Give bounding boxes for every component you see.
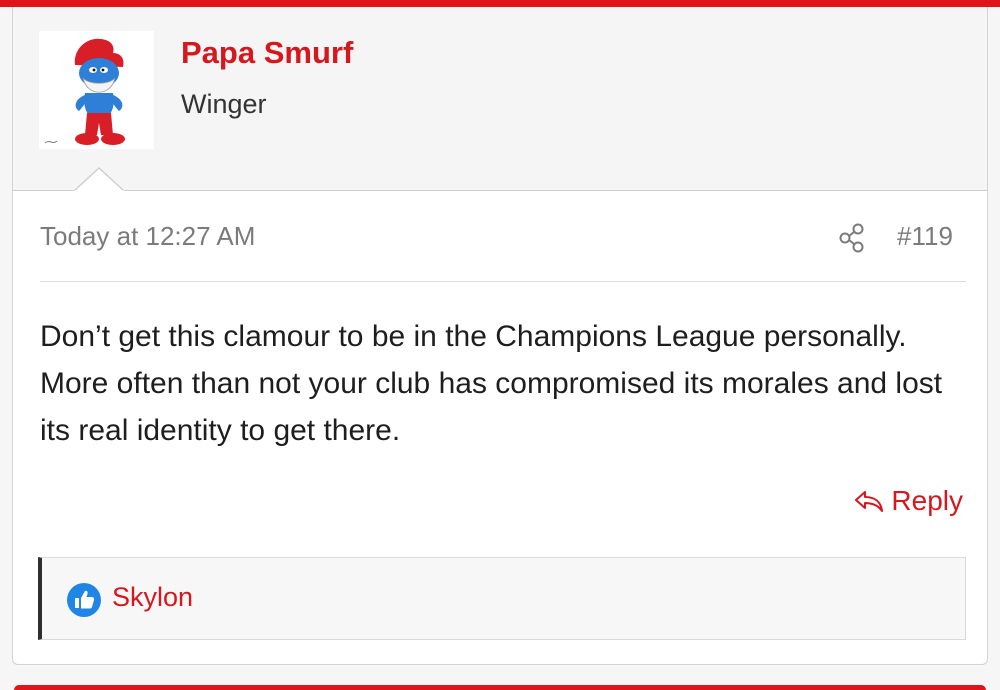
meta-divider: [40, 281, 966, 282]
reply-label: Reply: [891, 485, 963, 516]
thumbs-up-icon: [66, 582, 102, 618]
papa-smurf-avatar-icon: [44, 38, 125, 145]
reactions-bar: Skylon: [38, 557, 966, 640]
top-accent-bar: [0, 0, 1000, 7]
post-timestamp[interactable]: Today at 12:27 AM: [40, 221, 255, 252]
author-name[interactable]: Papa Smurf: [181, 35, 353, 71]
share-icon[interactable]: [838, 221, 866, 255]
post-user-header: Papa Smurf Winger: [13, 7, 987, 192]
header-caret: [74, 167, 124, 192]
next-post-edge: [14, 685, 986, 690]
reaction-user-link[interactable]: Skylon: [112, 582, 193, 613]
reply-button[interactable]: Reply: [853, 485, 963, 517]
user-avatar[interactable]: [39, 31, 154, 149]
post-number-link[interactable]: #119: [897, 221, 953, 252]
post-message: Don’t get this clamour to be in the Cham…: [40, 320, 943, 447]
author-title: Winger: [181, 89, 267, 119]
forum-post: Papa Smurf Winger Today at 12:27 AM #119…: [12, 7, 988, 665]
reply-icon: [855, 491, 884, 512]
